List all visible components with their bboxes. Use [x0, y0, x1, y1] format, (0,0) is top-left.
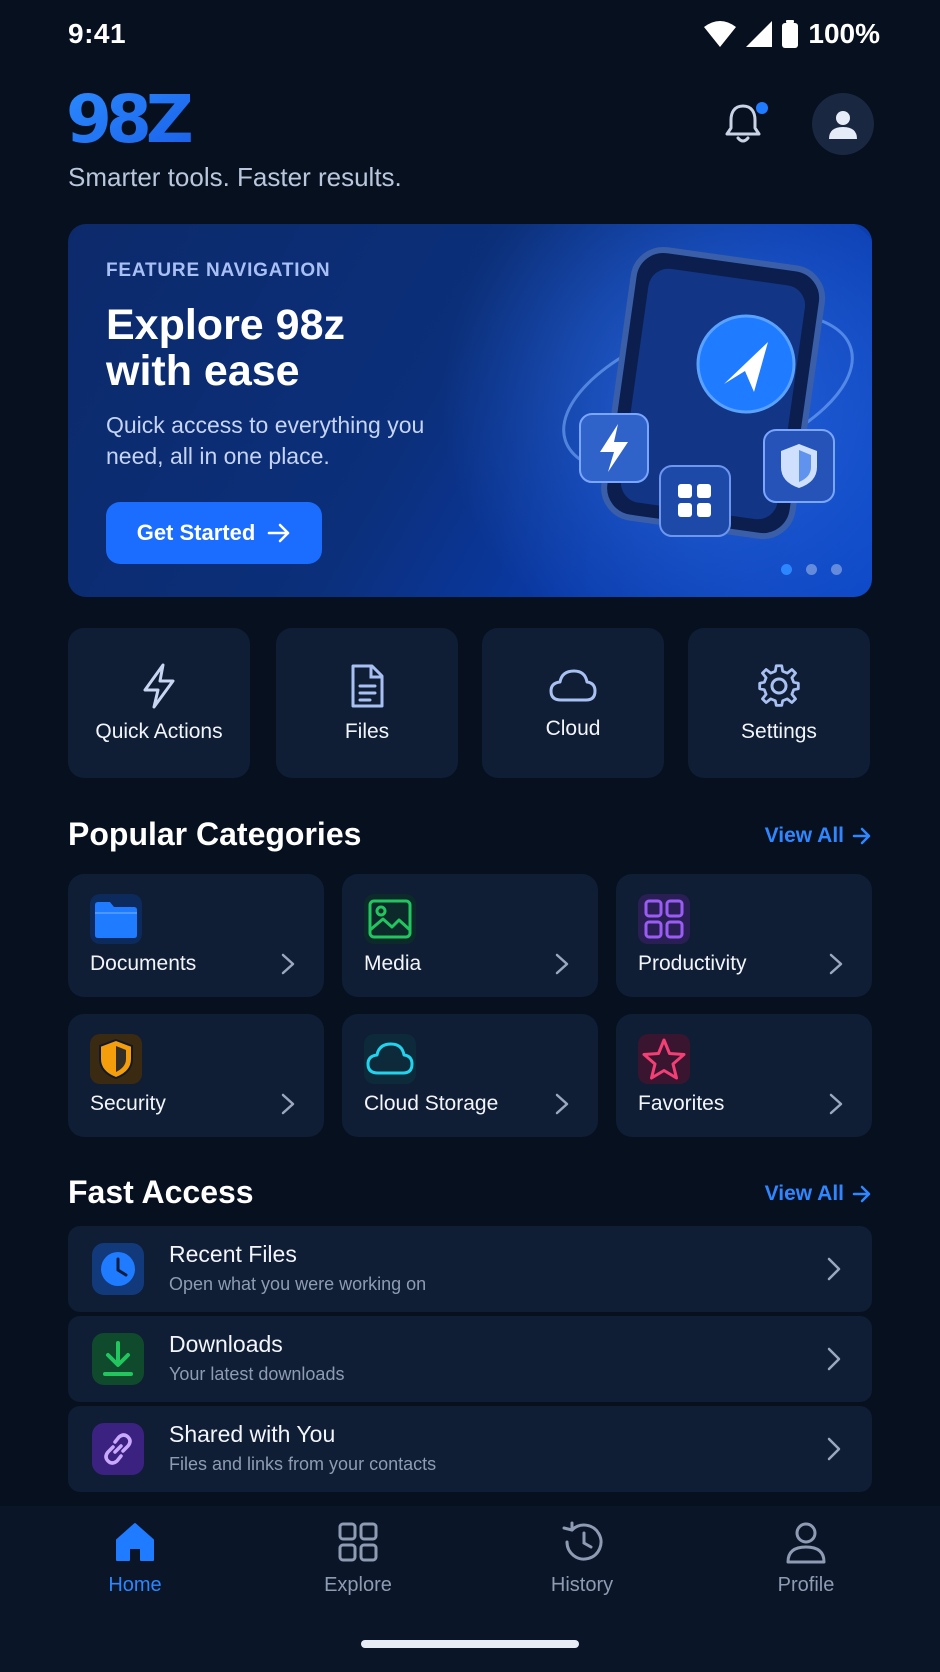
tile-quick-actions[interactable]: Quick Actions [68, 628, 250, 778]
nav-label: Explore [324, 1574, 392, 1596]
history-icon [562, 1521, 603, 1561]
nav-explore[interactable]: Explore [283, 1520, 433, 1597]
view-all-label: View All [764, 824, 844, 847]
chevron-right-icon [281, 1093, 295, 1115]
arrow-right-icon [852, 827, 871, 845]
fast-access-title: Fast Access [68, 1174, 254, 1210]
user-icon [829, 111, 857, 139]
image-icon [364, 894, 416, 944]
nav-label: Home [108, 1574, 162, 1596]
category-favorites[interactable]: Favorites [616, 1014, 872, 1137]
signal-icon [746, 21, 773, 47]
phone-illustration [562, 246, 854, 540]
arrow-right-icon [267, 523, 290, 543]
tile-label: Settings [741, 719, 817, 743]
chevron-right-icon [281, 953, 295, 975]
nav-label: Profile [777, 1574, 835, 1596]
star-icon [638, 1034, 690, 1084]
avatar-button[interactable] [812, 93, 874, 155]
tile-label: Files [344, 719, 390, 743]
fast-access-subtitle: Open what you were working on [169, 1274, 427, 1294]
category-label: Documents [90, 952, 197, 975]
fast-access-title: Downloads [169, 1331, 283, 1357]
nav-label: History [550, 1574, 614, 1596]
carousel-dot[interactable] [781, 564, 792, 575]
lightning-icon [143, 663, 175, 708]
hero-kicker: FEATURE NAVIGATION [106, 260, 331, 281]
status-icons: 100% [704, 18, 880, 50]
fast-access-subtitle: Files and links from your contacts [169, 1454, 437, 1474]
link-icon [92, 1423, 144, 1475]
gear-icon [758, 663, 800, 707]
svg-text:98Z: 98Z [66, 86, 191, 152]
get-started-label: Get Started [136, 520, 256, 545]
tile-settings[interactable]: Settings [688, 628, 870, 778]
tagline: Smarter tools. Faster results. [68, 162, 402, 192]
arrow-right-icon [852, 1185, 871, 1203]
tile-files[interactable]: Files [276, 628, 458, 778]
tile-label: Cloud [545, 716, 601, 740]
grid-icon [638, 894, 690, 944]
shield-icon [90, 1034, 142, 1084]
category-security[interactable]: Security [68, 1014, 324, 1137]
chevron-right-icon [555, 1093, 569, 1115]
category-documents[interactable]: Documents [68, 874, 324, 997]
nav-home[interactable]: Home [60, 1520, 210, 1597]
categories-view-all-link[interactable]: View All [765, 824, 872, 848]
hero-banner[interactable]: FEATURE NAVIGATION Explore 98z with ease… [68, 224, 872, 597]
fast-access-title: Recent Files [169, 1241, 297, 1267]
battery-icon [782, 20, 799, 48]
wifi-icon [704, 21, 737, 47]
category-label: Favorites [638, 1092, 725, 1115]
category-label: Media [364, 952, 422, 975]
tile-label: Quick Actions [95, 719, 223, 743]
hero-title: Explore 98z with ease [106, 301, 345, 395]
nav-profile[interactable]: Profile [731, 1520, 881, 1597]
notification-badge [756, 102, 768, 114]
tile-cloud[interactable]: Cloud [482, 628, 664, 778]
status-time: 9:41 [68, 18, 127, 49]
download-icon [92, 1333, 144, 1385]
document-icon [351, 664, 384, 707]
nav-history[interactable]: History [507, 1520, 657, 1597]
cloud-icon [364, 1034, 416, 1084]
category-label: Security [90, 1092, 166, 1115]
fast-access-recent-files[interactable]: Recent Files Open what you were working … [68, 1226, 872, 1312]
clock-icon [92, 1243, 144, 1295]
hero-subtitle: Quick access to everything you need, all… [106, 412, 425, 469]
view-all-label: View All [764, 1182, 844, 1205]
category-label: Cloud Storage [364, 1092, 499, 1115]
home-icon [116, 1523, 154, 1561]
folder-icon [90, 894, 142, 944]
fast-access-downloads[interactable]: Downloads Your latest downloads [68, 1316, 872, 1402]
grid-icon [338, 1522, 378, 1562]
category-productivity[interactable]: Productivity [616, 874, 872, 997]
chevron-right-icon [829, 1093, 843, 1115]
chevron-right-icon [555, 953, 569, 975]
cloud-icon [549, 669, 597, 701]
chevron-right-icon [827, 1347, 841, 1371]
chevron-right-icon [827, 1257, 841, 1281]
fast-access-view-all-link[interactable]: View All [765, 1182, 872, 1206]
home-indicator[interactable] [361, 1640, 579, 1648]
fast-access-shared[interactable]: Shared with You Files and links from you… [68, 1406, 872, 1492]
user-icon [786, 1522, 826, 1564]
fast-access-subtitle: Your latest downloads [169, 1364, 345, 1384]
app-logo: 98Z [66, 86, 197, 152]
carousel-dot[interactable] [831, 564, 842, 575]
category-media[interactable]: Media [342, 874, 598, 997]
categories-title: Popular Categories [68, 816, 362, 852]
fast-access-title: Shared with You [169, 1421, 336, 1447]
category-label: Productivity [638, 952, 747, 975]
battery-percent: 100% [808, 18, 880, 49]
chevron-right-icon [827, 1437, 841, 1461]
get-started-button[interactable]: Get Started [106, 502, 322, 564]
carousel-dots[interactable] [781, 564, 842, 575]
carousel-dot[interactable] [806, 564, 817, 575]
chevron-right-icon [829, 953, 843, 975]
category-cloud-storage[interactable]: Cloud Storage [342, 1014, 598, 1137]
